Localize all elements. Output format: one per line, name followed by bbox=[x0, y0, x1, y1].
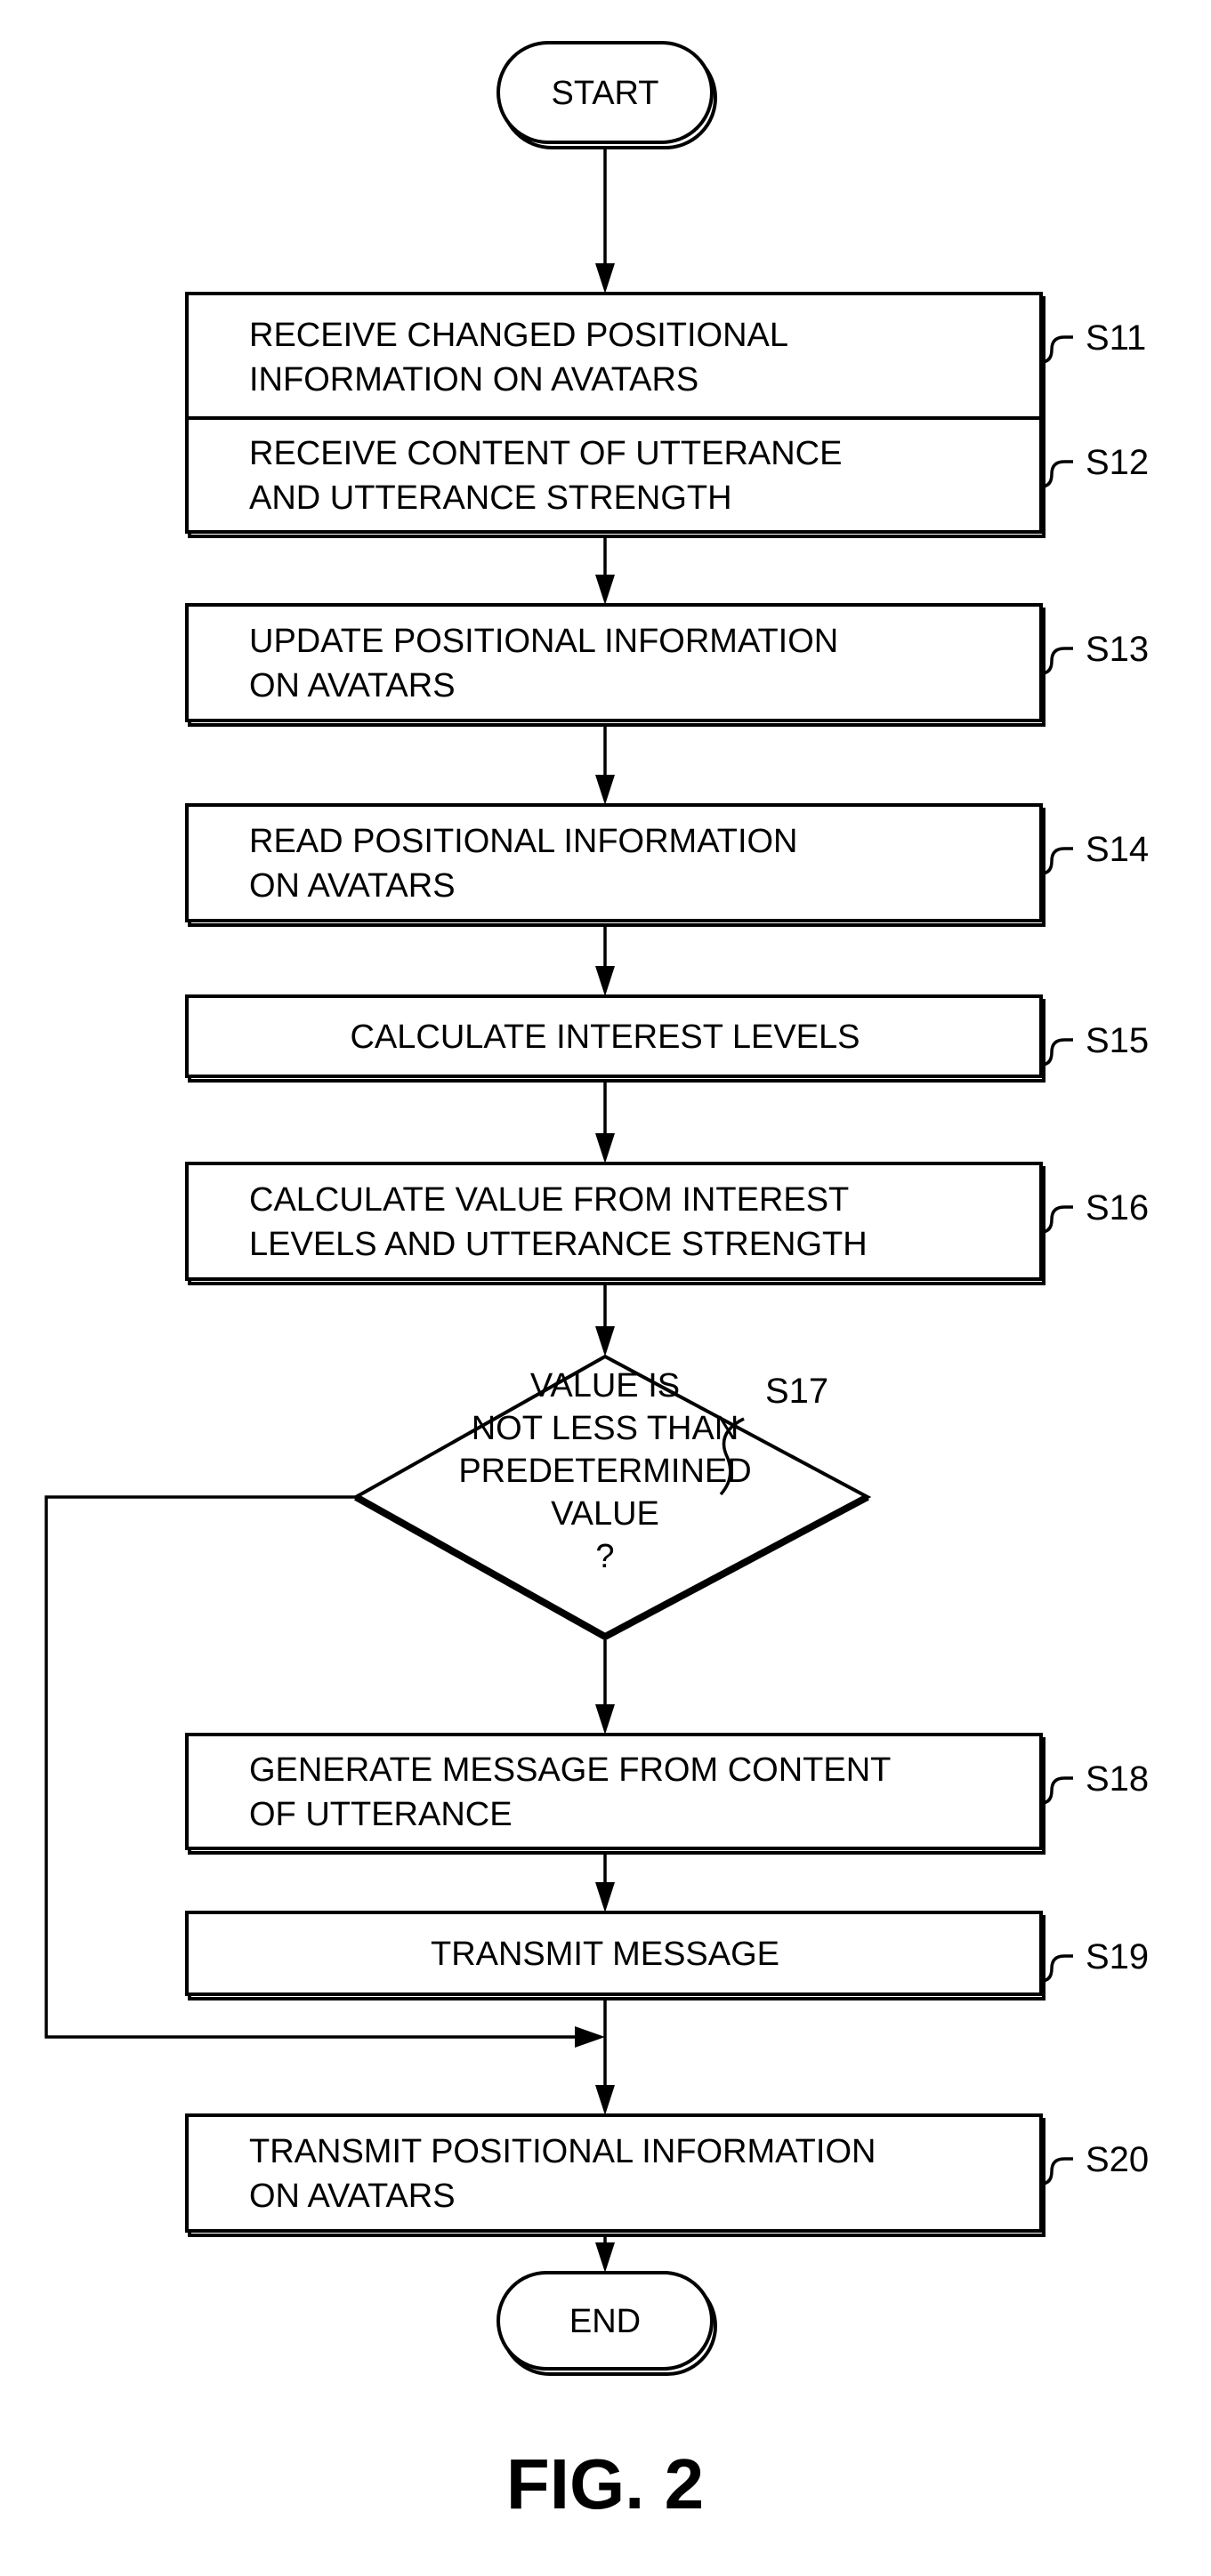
step-text-line: TRANSMIT POSITIONAL INFORMATION bbox=[249, 2133, 876, 2170]
arrow-s19-s20 bbox=[595, 1999, 615, 2115]
process-step-s13: UPDATE POSITIONAL INFORMATION ON AVATARS S… bbox=[185, 603, 1149, 727]
arrow-s13-s14 bbox=[595, 725, 615, 805]
arrow-s14-s15 bbox=[595, 925, 615, 996]
arrow-s15-s16 bbox=[595, 1081, 615, 1163]
arrow-s20-end bbox=[595, 2235, 615, 2273]
step-reference-s18: S18 bbox=[1040, 1759, 1149, 1805]
step-text-line: READ POSITIONAL INFORMATION bbox=[249, 823, 798, 860]
step-id-label: S13 bbox=[1086, 630, 1149, 669]
step-text-line: LEVELS AND UTTERANCE STRENGTH bbox=[249, 1226, 868, 1263]
flowchart-canvas: START RECEIVE CHANGED POSITIONAL INFORMATI… bbox=[44, 41, 1149, 2524]
process-step-s16: CALCULATE VALUE FROM INTEREST LEVELS AND … bbox=[185, 1162, 1149, 1285]
arrow-s18-s19 bbox=[595, 1853, 615, 1912]
decision-text-line: PREDETERMINED bbox=[458, 1453, 751, 1490]
end-terminal: END bbox=[497, 2271, 717, 2376]
step-text-line: OF UTTERANCE bbox=[249, 1796, 513, 1833]
process-step-s20: TRANSMIT POSITIONAL INFORMATION ON AVATAR… bbox=[185, 2113, 1149, 2237]
step-id-label: S15 bbox=[1086, 1021, 1149, 1060]
process-step-s14: READ POSITIONAL INFORMATION ON AVATARS S14 bbox=[185, 803, 1149, 927]
decision-text-line: NOT LESS THAN bbox=[472, 1410, 739, 1447]
step-text-line: ON AVATARS bbox=[249, 867, 456, 905]
step-reference-s13: S13 bbox=[1040, 630, 1149, 675]
process-step-s19: TRANSMIT MESSAGE S19 bbox=[185, 1911, 1149, 2000]
process-step-s15: CALCULATE INTEREST LEVELS S15 bbox=[185, 994, 1149, 1083]
step-reference-s15: S15 bbox=[1040, 1021, 1149, 1067]
decision-text-line: VALUE IS bbox=[530, 1367, 680, 1405]
step-text-line: CALCULATE INTEREST LEVELS bbox=[350, 1018, 860, 1056]
step-id-label: S20 bbox=[1086, 2140, 1149, 2179]
step-text-line: AND UTTERANCE STRENGTH bbox=[249, 479, 732, 517]
flowchart-nodes: START RECEIVE CHANGED POSITIONAL INFORMATI… bbox=[185, 41, 1149, 2376]
step-id-label: S17 bbox=[765, 1372, 828, 1411]
step-text-line: INFORMATION ON AVATARS bbox=[249, 361, 698, 398]
step-id-label: S14 bbox=[1086, 830, 1149, 869]
step-reference-s12: S12 bbox=[1040, 443, 1149, 488]
step-text-line: ON AVATARS bbox=[249, 2178, 456, 2215]
step-text-line: UPDATE POSITIONAL INFORMATION bbox=[249, 623, 838, 660]
figure-label: FIG. 2 bbox=[506, 2444, 704, 2524]
step-id-label: S12 bbox=[1086, 443, 1149, 482]
step-text-line: ON AVATARS bbox=[249, 667, 456, 704]
arrow-s17-s18-yes bbox=[595, 1640, 615, 1735]
process-step-s11: RECEIVE CHANGED POSITIONAL INFORMATION ON… bbox=[185, 292, 1146, 426]
step-text-line: RECEIVE CONTENT OF UTTERANCE bbox=[249, 435, 842, 472]
arrow-start-s11 bbox=[595, 148, 615, 294]
step-reference-s16: S16 bbox=[1040, 1188, 1149, 1234]
step-id-label: S18 bbox=[1086, 1759, 1149, 1799]
decision-text-line: VALUE bbox=[551, 1495, 659, 1533]
step-reference-s19: S19 bbox=[1040, 1937, 1149, 1983]
process-step-s12: RECEIVE CONTENT OF UTTERANCE AND UTTERANC… bbox=[185, 416, 1149, 538]
step-text-line: RECEIVE CHANGED POSITIONAL bbox=[249, 317, 788, 354]
step-reference-s20: S20 bbox=[1040, 2140, 1149, 2186]
arrow-s12-s13 bbox=[595, 536, 615, 605]
end-label: END bbox=[569, 2303, 641, 2340]
step-reference-s14: S14 bbox=[1040, 830, 1149, 875]
start-label: START bbox=[551, 75, 658, 112]
decision-text-line: ? bbox=[595, 1538, 614, 1575]
step-id-label: S16 bbox=[1086, 1188, 1149, 1228]
decision-s17: VALUE IS NOT LESS THAN PREDETERMINED VALUE?… bbox=[351, 1354, 872, 1641]
step-text-line: CALCULATE VALUE FROM INTEREST bbox=[249, 1181, 849, 1219]
process-step-s18: GENERATE MESSAGE FROM CONTENT OF UTTERANC… bbox=[185, 1733, 1149, 1855]
step-id-label: S19 bbox=[1086, 1937, 1149, 1976]
step-id-label: S11 bbox=[1086, 318, 1146, 358]
arrow-s16-s17 bbox=[595, 1284, 615, 1356]
start-terminal: START bbox=[497, 41, 717, 149]
step-reference-s11: S11 bbox=[1040, 318, 1146, 364]
step-text-line: GENERATE MESSAGE FROM CONTENT bbox=[249, 1751, 891, 1789]
step-text-line: TRANSMIT MESSAGE bbox=[431, 1936, 779, 1973]
